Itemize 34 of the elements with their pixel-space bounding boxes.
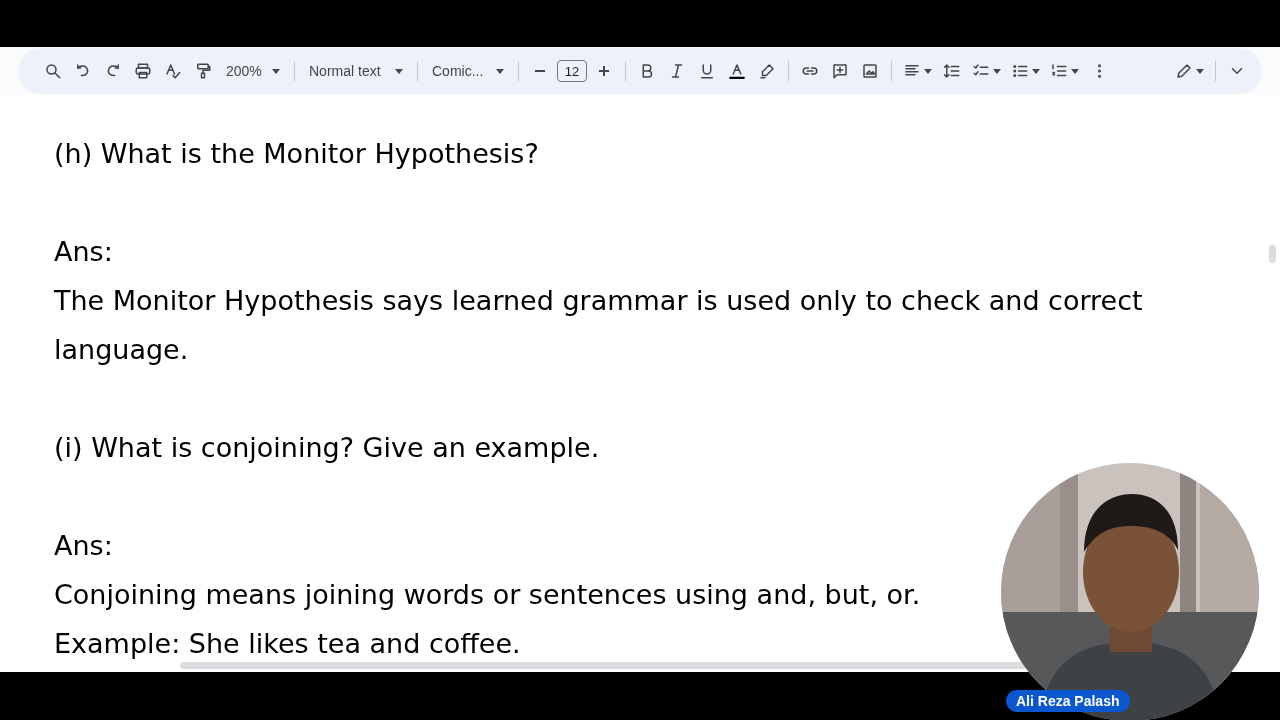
comment-plus-icon <box>831 62 849 80</box>
paragraph: Example: She likes tea and coffee. <box>54 627 521 661</box>
search-icon <box>44 62 62 80</box>
paragraph: Ans: <box>54 235 113 269</box>
pencil-icon <box>1175 62 1193 80</box>
paragraph: Ans: <box>54 529 113 563</box>
zoom-dropdown[interactable]: 200% <box>220 57 286 85</box>
marker-icon <box>758 62 776 80</box>
caret-icon <box>1032 68 1040 74</box>
underline-icon <box>698 62 716 80</box>
caret-icon <box>272 68 280 74</box>
style-dropdown[interactable]: Normal text <box>303 57 409 85</box>
question-heading: (i) What is conjoining? Give an example. <box>54 431 600 465</box>
text-color-icon <box>728 62 746 80</box>
bulleted-list-icon <box>1011 62 1029 80</box>
caret-icon <box>1196 68 1204 74</box>
image-icon <box>861 62 879 80</box>
caret-icon <box>993 68 1001 74</box>
paragraph: The Monitor Hypothesis says learned grammar is used only to check and correct language. <box>54 284 1144 367</box>
more-icon <box>1097 62 1101 80</box>
name-tag: Ali Reza Palash <box>1006 690 1130 712</box>
caret-icon <box>496 68 504 74</box>
caret-icon <box>924 68 932 74</box>
line-spacing-icon <box>943 62 961 80</box>
paragraph: Conjoining means joining words or sentences using and, but, or. <box>54 578 921 612</box>
font-dropdown[interactable]: Comic... <box>426 57 510 85</box>
question-heading: (h) What is the Monitor Hypothesis? <box>54 137 539 171</box>
printer-icon <box>134 62 152 80</box>
paint-roller-icon <box>194 62 212 80</box>
caret-icon <box>395 68 403 74</box>
font-size-field[interactable]: 12 <box>557 60 587 82</box>
caret-icon <box>1071 68 1079 74</box>
spellcheck-icon <box>164 62 182 80</box>
scrollbar[interactable] <box>1269 245 1276 263</box>
